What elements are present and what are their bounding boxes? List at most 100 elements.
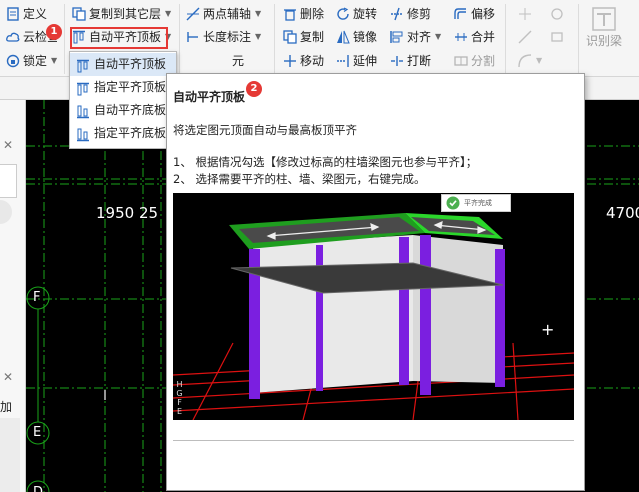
grid-label-h: H [176,380,183,389]
menu-item-specify-align-top[interactable]: 指定平齐顶板 [70,76,176,99]
axis-label-e: E [33,425,42,440]
lock-icon [6,54,20,68]
define-icon [6,7,20,21]
menu-item-label: 自动平齐顶板 [94,57,167,71]
close-icon[interactable]: ✕ [3,138,13,152]
trim-icon [390,7,404,21]
delete-button[interactable]: 删除 [283,4,324,24]
panel-knob[interactable] [0,200,12,224]
lock-button[interactable]: 锁定 ▼ [6,51,57,71]
tooltip-divider [173,440,574,441]
align-label: 对齐 [407,30,432,44]
offset-label: 偏移 [471,7,496,21]
crosshair-icon [518,7,532,21]
align-dropdown-menu: 自动平齐顶板 指定平齐顶板 自动平齐底板 指定平齐底板 [69,51,177,149]
dimension-left: 1950 25 [96,204,159,222]
step-badge-1: 1 [46,24,62,40]
axis-label-d: D [33,485,43,492]
mirror-button[interactable]: 镜像 [336,27,377,47]
highlight-box [70,27,168,49]
disabled-tool-4[interactable] [550,4,564,24]
mirror-icon [336,30,350,44]
define-label: 定义 [23,7,48,21]
identify-beam-icon [591,6,617,32]
separator [505,4,506,74]
menu-item-label: 指定平齐顶板 [94,80,167,94]
offset-button[interactable]: 偏移 [454,4,495,24]
align-done-badge: 平齐完成 [441,194,511,212]
crosshair-cursor-icon: + [541,320,555,339]
rotate-icon [336,7,350,21]
extend-icon [336,54,350,68]
split-button[interactable]: 分割 [454,51,495,71]
trim-label: 修剪 [407,7,432,21]
disabled-tool-3[interactable]: ▼ [518,51,542,71]
axis-icon [186,7,200,21]
mirror-label: 镜像 [353,30,378,44]
trash-icon [283,7,297,21]
copy-button[interactable]: 复制 [283,27,324,47]
circle-icon [550,7,564,21]
menu-item-label: 自动平齐底板 [94,103,167,117]
grid-label-g: G [176,389,183,398]
merge-button[interactable]: 合并 [454,27,495,47]
panel-field[interactable] [0,164,17,198]
copy-to-floor-label: 复制到其它层 [89,7,162,21]
extend-label: 延伸 [353,54,378,68]
disabled-tool-5[interactable] [550,27,564,47]
merge-label: 合并 [471,30,496,44]
split-icon [454,54,468,68]
left-panel: ✕ ✕ 加 [0,100,26,492]
define-button[interactable]: 定义 [6,4,47,24]
copy-icon [283,30,297,44]
two-point-axis-button[interactable]: 两点辅轴 ▼ [186,4,261,24]
rotate-label: 旋转 [353,7,378,21]
dimension-right: 4700 [606,204,639,222]
menu-item-auto-align-bottom[interactable]: 自动平齐底板 [70,99,176,122]
menu-item-label: 指定平齐底板 [94,126,167,140]
feature-tooltip: 自动平齐顶板 将选定图元顶面自动与最高板顶平齐 1、 根据情况勾选【修改过标高的… [166,73,585,491]
arc-icon [518,54,532,68]
separator [179,4,180,74]
step-badge-2: 2 [246,81,262,97]
tooltip-title: 自动平齐顶板 [173,90,246,104]
copy-label: 复制 [300,30,325,44]
disabled-tool-2[interactable] [518,27,532,47]
add-label[interactable]: 加 [0,398,12,415]
trim-button[interactable]: 修剪 [390,4,431,24]
length-mark-button[interactable]: 长度标注 ▼ [186,27,261,47]
axis-label-f: F [33,290,41,305]
separator [274,4,275,74]
tooltip-step-2: 2、 选择需要平齐的柱、墙、梁图元，右键完成。 [173,172,426,186]
menu-item-auto-align-top[interactable]: 自动平齐顶板 [70,53,176,76]
identify-beam-button[interactable]: 识别梁 [586,6,622,56]
panel-list [0,418,20,492]
break-label: 打断 [407,54,432,68]
align-button[interactable]: 对齐 ▼ [390,27,441,47]
move-label: 移动 [300,54,325,68]
building-3d-illustration [173,213,574,420]
rect-icon [550,30,564,44]
close-icon[interactable]: ✕ [3,370,13,384]
merge-icon [454,30,468,44]
disabled-tool-1[interactable] [518,4,532,24]
rotate-button[interactable]: 旋转 [336,4,377,24]
grid-label-e: E [176,407,183,416]
tooltip-step-1: 1、 根据情况勾选【修改过标高的柱墙梁图元也参与平齐】； [173,155,478,169]
break-button[interactable]: 打断 [390,51,431,71]
menu-item-specify-align-bottom[interactable]: 指定平齐底板 [70,122,176,145]
separator [64,4,65,74]
align-top-icon [76,58,90,72]
partial-label: 元 [232,54,245,68]
grid-axis-labels: H G F E [175,380,184,416]
extend-button[interactable]: 延伸 [336,51,377,71]
move-icon [283,54,297,68]
copy-to-floor-button[interactable]: 复制到其它层 ▼ [72,4,171,24]
check-icon [446,196,460,210]
length-mark-label: 长度标注 [203,30,252,44]
cloud-icon [6,30,20,44]
move-button[interactable]: 移动 [283,51,324,71]
grid-label-f: F [177,398,182,407]
split-label: 分割 [471,54,496,68]
align-top-icon [76,81,90,95]
